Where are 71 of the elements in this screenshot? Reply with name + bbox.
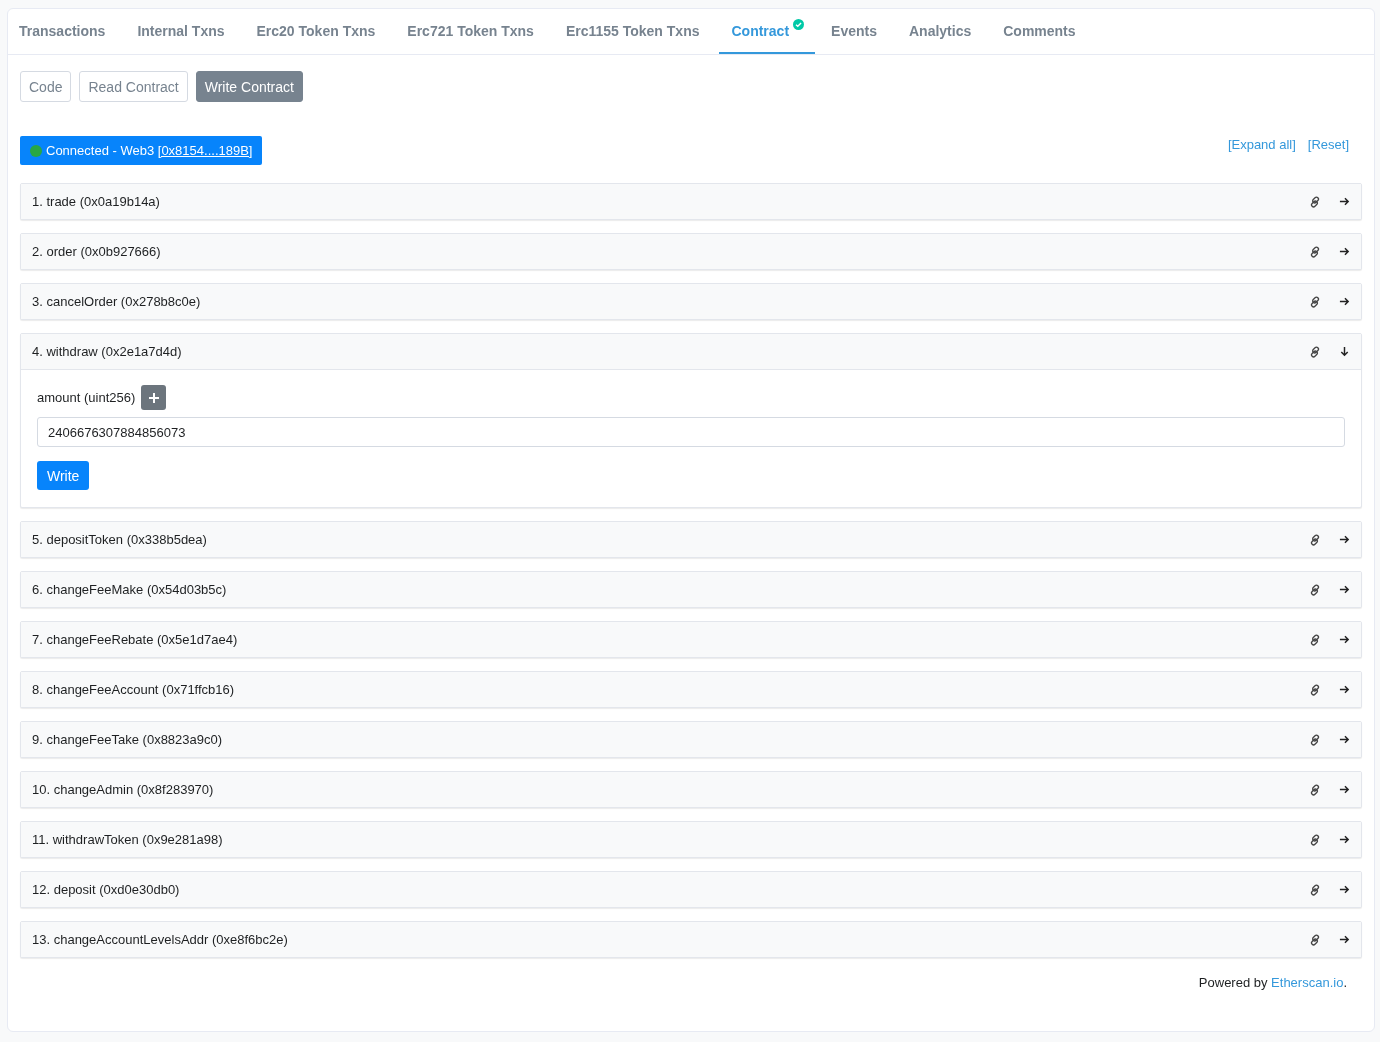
sub-tab[interactable]: Write Contract xyxy=(195,71,303,102)
tab[interactable]: Transactions xyxy=(8,9,122,54)
plus-icon xyxy=(148,392,159,403)
function-title[interactable]: 1. trade (0x0a19b14a) xyxy=(32,194,1291,209)
function-header[interactable]: 10. changeAdmin (0x8f283970) xyxy=(21,772,1361,807)
amount-input[interactable]: 2406676307884856073 xyxy=(37,417,1345,447)
powered-by-text: Powered by Etherscan.io. xyxy=(1198,975,1347,990)
function-header[interactable]: 12. deposit (0xd0e30db0) xyxy=(21,872,1361,907)
tab[interactable]: Erc721 Token Txns xyxy=(395,9,550,54)
tab[interactable]: Erc20 Token Txns xyxy=(244,9,392,54)
function-title[interactable]: 12. deposit (0xd0e30db0) xyxy=(32,882,1291,897)
tab[interactable]: Events xyxy=(819,9,893,54)
function-title[interactable]: 4. withdraw (0x2e1a7d4d) xyxy=(32,344,1291,359)
function-title[interactable]: 11. withdrawToken (0x9e281a98) xyxy=(32,832,1291,847)
link-icon[interactable] xyxy=(1309,583,1321,596)
function-title[interactable]: 10. changeAdmin (0x8f283970) xyxy=(32,782,1291,797)
link-icon[interactable] xyxy=(1309,195,1321,208)
right-arrow-icon[interactable] xyxy=(1339,834,1350,845)
function-header[interactable]: 1. trade (0x0a19b14a) xyxy=(21,184,1361,219)
tab[interactable]: Erc1155 Token Txns xyxy=(553,9,716,54)
function-header[interactable]: 8. changeFeeAccount (0x71ffcb16) xyxy=(21,672,1361,707)
function-title[interactable]: 7. changeFeeRebate (0x5e1d7ae4) xyxy=(32,632,1291,647)
tab[interactable]: Analytics xyxy=(896,9,988,54)
right-arrow-icon[interactable] xyxy=(1339,246,1350,257)
function-title[interactable]: 8. changeFeeAccount (0x71ffcb16) xyxy=(32,682,1291,697)
function-header[interactable]: 2. order (0x0b927666) xyxy=(21,234,1361,269)
right-arrow-icon[interactable] xyxy=(1339,296,1350,307)
link-icon[interactable] xyxy=(1309,245,1321,258)
link-icon[interactable] xyxy=(1309,295,1321,308)
link-icon[interactable] xyxy=(1309,783,1321,796)
right-arrow-icon[interactable] xyxy=(1339,196,1350,207)
function-title[interactable]: 9. changeFeeTake (0x8823a9c0) xyxy=(32,732,1291,747)
sub-tab[interactable]: Code xyxy=(20,71,72,102)
down-arrow-icon[interactable] xyxy=(1339,346,1350,357)
tab[interactable]: Internal Txns xyxy=(125,9,241,54)
function-header[interactable]: 7. changeFeeRebate (0x5e1d7ae4) xyxy=(21,622,1361,657)
function-header[interactable]: 6. changeFeeMake (0x54d03b5c) xyxy=(21,572,1361,607)
function-title[interactable]: 13. changeAccountLevelsAddr (0xe8f6bc2e) xyxy=(32,932,1291,947)
right-arrow-icon[interactable] xyxy=(1339,684,1350,695)
right-arrow-icon[interactable] xyxy=(1339,634,1350,645)
function-title[interactable]: 6. changeFeeMake (0x54d03b5c) xyxy=(32,582,1291,597)
function-title[interactable]: 5. depositToken (0x338b5dea) xyxy=(32,532,1291,547)
connected-button[interactable]: Connected - Web3 [0x8154....189B] xyxy=(20,136,263,165)
link-icon[interactable] xyxy=(1309,633,1321,646)
function-title[interactable]: 2. order (0x0b927666) xyxy=(32,244,1291,259)
link-icon[interactable] xyxy=(1309,883,1321,896)
function-title[interactable]: 3. cancelOrder (0x278b8c0e) xyxy=(32,294,1291,309)
right-arrow-icon[interactable] xyxy=(1339,534,1350,545)
function-header[interactable]: 9. changeFeeTake (0x8823a9c0) xyxy=(21,722,1361,757)
parameter-label: amount (uint256) xyxy=(37,390,136,405)
right-arrow-icon[interactable] xyxy=(1339,734,1350,745)
function-header[interactable]: 13. changeAccountLevelsAddr (0xe8f6bc2e) xyxy=(21,922,1361,957)
right-arrow-icon[interactable] xyxy=(1339,784,1350,795)
function-header[interactable]: 3. cancelOrder (0x278b8c0e) xyxy=(21,284,1361,319)
link-icon[interactable] xyxy=(1309,345,1321,358)
function-header[interactable]: 4. withdraw (0x2e1a7d4d) xyxy=(21,334,1361,370)
link-icon[interactable] xyxy=(1309,683,1321,696)
add-button[interactable] xyxy=(141,385,167,410)
link-icon[interactable] xyxy=(1309,733,1321,746)
right-arrow-icon[interactable] xyxy=(1339,934,1350,945)
link-icon[interactable] xyxy=(1309,933,1321,946)
right-arrow-icon[interactable] xyxy=(1339,584,1350,595)
sub-tab[interactable]: Read Contract xyxy=(79,71,188,102)
link-icon[interactable] xyxy=(1309,533,1321,546)
write-button[interactable]: Write xyxy=(37,461,90,490)
function-header[interactable]: 5. depositToken (0x338b5dea) xyxy=(21,522,1361,557)
function-header[interactable]: 11. withdrawToken (0x9e281a98) xyxy=(21,822,1361,857)
link-icon[interactable] xyxy=(1309,833,1321,846)
tab[interactable]: Comments xyxy=(991,9,1092,54)
right-arrow-icon[interactable] xyxy=(1339,884,1350,895)
status-dot-icon xyxy=(30,144,42,157)
